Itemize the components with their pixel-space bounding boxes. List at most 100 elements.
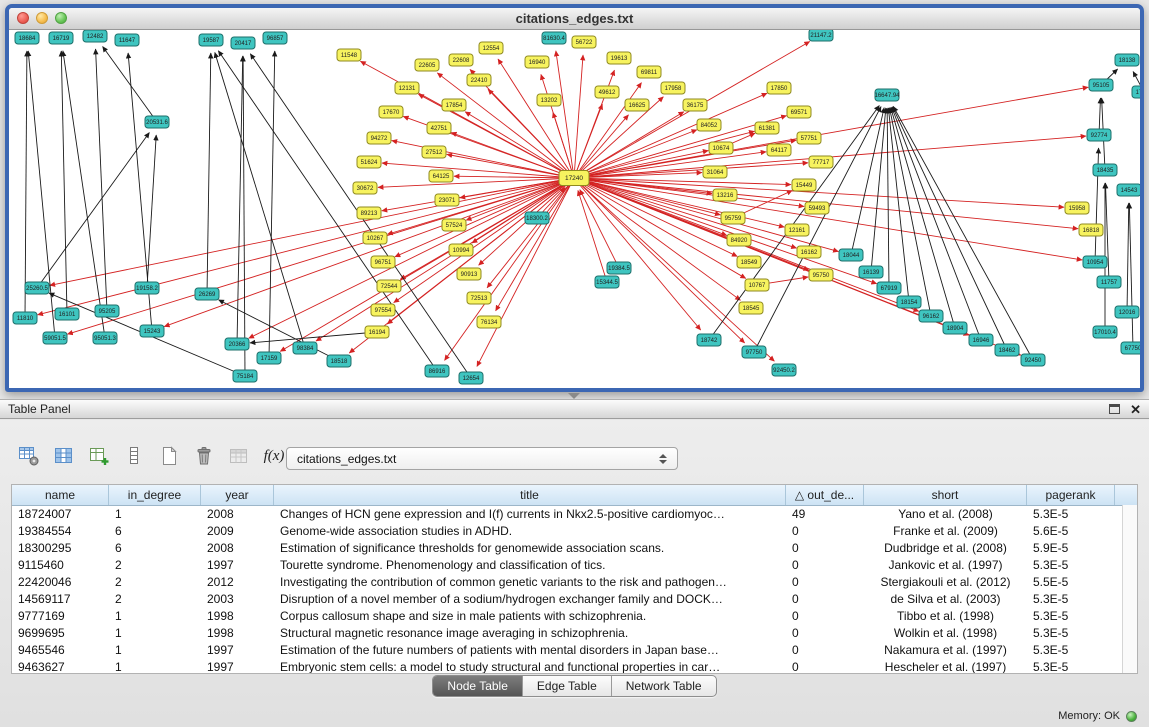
table-row[interactable]: 1830029562008Estimation of significance …: [12, 539, 1123, 556]
network-node[interactable]: 16162: [797, 246, 821, 258]
minimize-window-button[interactable]: [36, 12, 48, 24]
tab-network-table[interactable]: Network Table: [612, 676, 716, 696]
network-node[interactable]: 96857: [263, 32, 287, 44]
network-node[interactable]: 95759: [721, 212, 745, 224]
function-builder-icon[interactable]: f(x): [261, 443, 287, 469]
network-node[interactable]: 97750: [742, 346, 766, 358]
network-node[interactable]: 18549: [737, 256, 761, 268]
table-selector-combobox[interactable]: citations_edges.txt: [286, 447, 678, 470]
table-row[interactable]: 977716911998Corpus callosum shape and si…: [12, 607, 1123, 624]
network-node[interactable]: 97554: [371, 304, 395, 316]
network-node[interactable]: 21147.2: [809, 30, 833, 41]
network-node[interactable]: 69571: [787, 106, 811, 118]
network-node[interactable]: 94272: [367, 132, 391, 144]
network-node[interactable]: 10267: [363, 232, 387, 244]
network-node[interactable]: 75184: [233, 370, 257, 382]
network-node[interactable]: 11548: [337, 49, 361, 61]
network-node[interactable]: 15449: [792, 179, 816, 191]
network-node[interactable]: 56722: [572, 36, 596, 48]
network-node[interactable]: 64125: [429, 170, 453, 182]
network-node[interactable]: 20417: [231, 37, 255, 49]
network-node[interactable]: 86916: [425, 365, 449, 377]
table-row[interactable]: 969969511998Structural magnetic resonanc…: [12, 624, 1123, 641]
network-node[interactable]: 12654: [459, 372, 483, 384]
network-node[interactable]: 17159: [257, 352, 281, 364]
network-node[interactable]: 57751: [797, 132, 821, 144]
network-node[interactable]: 16940: [525, 56, 549, 68]
close-window-button[interactable]: [17, 12, 29, 24]
float-panel-icon[interactable]: [1109, 404, 1120, 414]
table-vertical-scrollbar[interactable]: [1122, 505, 1137, 673]
network-node[interactable]: 18138: [1115, 54, 1139, 66]
column-header-year[interactable]: year: [201, 485, 274, 505]
network-node[interactable]: 42751: [427, 122, 451, 134]
network-node[interactable]: 57524: [442, 219, 466, 231]
memory-status-indicator[interactable]: [1126, 711, 1137, 722]
network-node[interactable]: 22608: [449, 54, 473, 66]
network-node[interactable]: 22410: [467, 74, 491, 86]
network-node[interactable]: 69811: [637, 66, 661, 78]
network-node[interactable]: 20531.6: [145, 116, 169, 128]
tab-edge-table[interactable]: Edge Table: [523, 676, 612, 696]
network-node[interactable]: 17670: [379, 106, 403, 118]
network-node[interactable]: 96751: [371, 256, 395, 268]
network-node[interactable]: 18518: [327, 355, 351, 367]
network-node[interactable]: 95105: [1089, 79, 1113, 91]
network-node[interactable]: 17854: [442, 99, 466, 111]
table-mode-icon[interactable]: [16, 443, 42, 469]
network-node[interactable]: 95205: [95, 305, 119, 317]
create-column-icon[interactable]: [86, 443, 112, 469]
network-node[interactable]: 96162: [919, 310, 943, 322]
new-table-icon[interactable]: [156, 443, 182, 469]
column-header-out_degree[interactable]: △ out_de...: [786, 485, 864, 505]
column-header-in_degree[interactable]: in_degree: [109, 485, 201, 505]
network-node[interactable]: 19613: [607, 52, 631, 64]
show-columns-icon[interactable]: [51, 443, 77, 469]
network-node[interactable]: 16101: [55, 308, 79, 320]
network-node[interactable]: 25260.5: [25, 282, 49, 294]
network-node[interactable]: 81630.4: [542, 32, 566, 44]
table-row[interactable]: 946362711997Embryonic stem cells: a mode…: [12, 658, 1123, 673]
tab-node-table[interactable]: Node Table: [433, 676, 523, 696]
network-node[interactable]: 16946: [969, 334, 993, 346]
network-node[interactable]: 18154: [897, 296, 921, 308]
network-node[interactable]: 11757: [1097, 276, 1121, 288]
network-node[interactable]: 19384.5: [607, 262, 631, 274]
network-node[interactable]: 16719: [49, 32, 73, 44]
network-node[interactable]: 92774: [1087, 129, 1111, 141]
network-node[interactable]: 49612: [595, 86, 619, 98]
network-node[interactable]: 14543: [1117, 184, 1140, 196]
table-row[interactable]: 911546021997Tourette syndrome. Phenomeno…: [12, 556, 1123, 573]
network-node[interactable]: 98384: [293, 342, 317, 354]
network-node[interactable]: 10994: [449, 244, 473, 256]
network-node[interactable]: 67750: [1121, 342, 1140, 354]
network-node[interactable]: 17958: [661, 82, 685, 94]
network-node[interactable]: 18742: [697, 334, 721, 346]
network-node[interactable]: 18435: [1093, 164, 1117, 176]
network-node[interactable]: 17850: [767, 82, 791, 94]
network-node[interactable]: 59051.5: [43, 332, 67, 344]
network-node[interactable]: 22605: [415, 59, 439, 71]
network-node[interactable]: 15958: [1065, 202, 1089, 214]
network-canvas[interactable]: 1724011548226051213117670942725162430672…: [9, 30, 1140, 389]
network-node[interactable]: 92450: [1021, 354, 1045, 366]
network-node[interactable]: 11810: [13, 312, 37, 324]
network-node[interactable]: 16194: [365, 326, 389, 338]
close-panel-icon[interactable]: ✕: [1130, 403, 1141, 416]
import-table-icon[interactable]: [226, 443, 252, 469]
table-row[interactable]: 1456911722003Disruption of a novel membe…: [12, 590, 1123, 607]
network-node[interactable]: 18545: [739, 302, 763, 314]
network-node[interactable]: 12482: [83, 30, 107, 42]
network-node[interactable]: 12161: [785, 224, 809, 236]
column-header-short[interactable]: short: [864, 485, 1027, 505]
network-node[interactable]: 89213: [357, 207, 381, 219]
network-node[interactable]: 72513: [467, 292, 491, 304]
network-node[interactable]: 72544: [377, 280, 401, 292]
network-node[interactable]: 84920: [727, 234, 751, 246]
network-node[interactable]: 20366: [225, 338, 249, 350]
network-node[interactable]: 12131: [395, 82, 419, 94]
network-node[interactable]: 30672: [353, 182, 377, 194]
row-height-icon[interactable]: [121, 443, 147, 469]
network-node[interactable]: 77717: [809, 156, 833, 168]
network-node[interactable]: 67919: [877, 282, 901, 294]
